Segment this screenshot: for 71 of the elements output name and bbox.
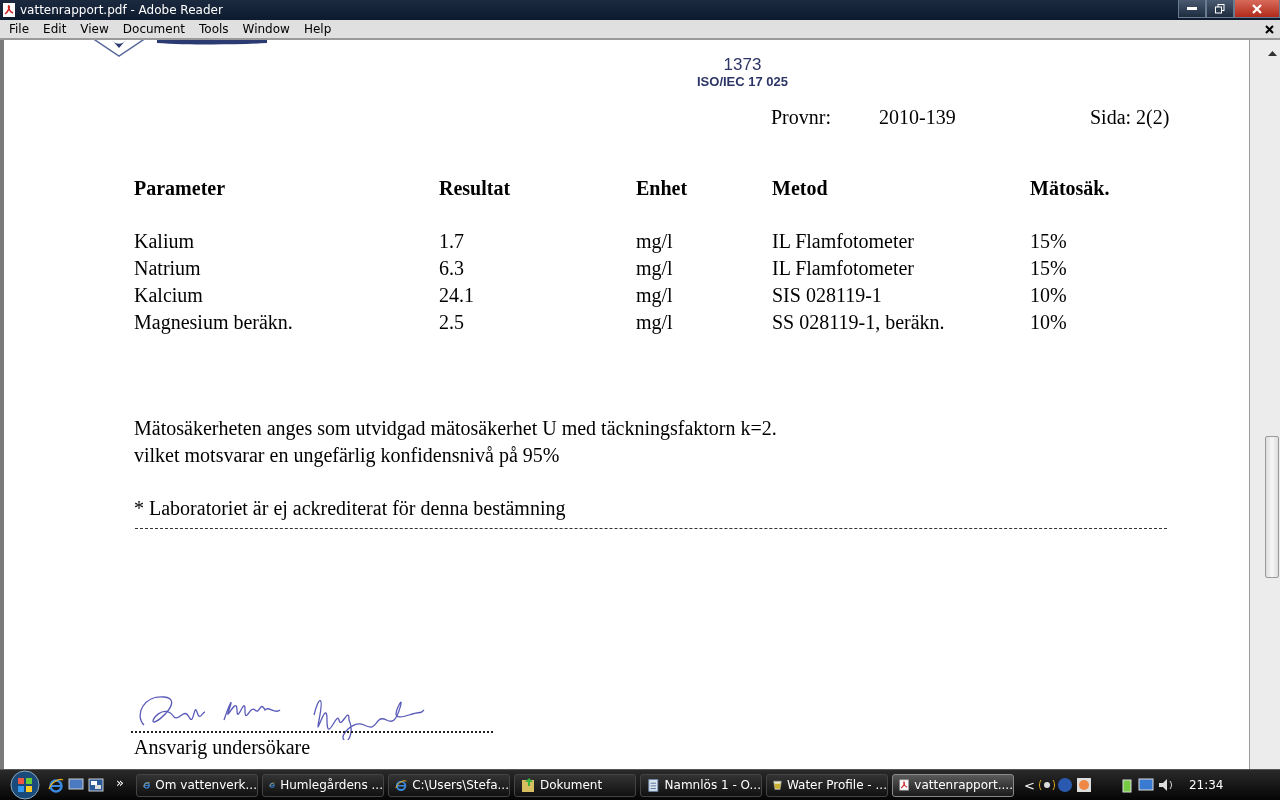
pdf-icon: [898, 777, 910, 793]
tray-expand-button[interactable]: <: [1023, 777, 1035, 793]
taskbar-button[interactable]: Om vattenverk...: [135, 773, 258, 797]
window-title: vattenrapport.pdf - Adobe Reader: [20, 3, 224, 17]
pdf-icon: [2, 2, 16, 18]
column-header: Mätosäk.: [1030, 177, 1111, 200]
menu-item[interactable]: Tools: [192, 22, 236, 36]
table-cell-text: SS 028119-1, beräkn.: [772, 310, 946, 335]
scrollbar-thumb[interactable]: [1265, 436, 1279, 578]
accreditation-standard: ISO/IEC 17 025: [697, 74, 789, 89]
menu-item[interactable]: Edit: [36, 22, 74, 36]
menu-item[interactable]: View: [73, 22, 116, 36]
column-header: Parameter: [134, 177, 227, 200]
table-cell-text: SIS 028119-1: [772, 283, 883, 308]
table-cell-text: 15%: [1030, 229, 1068, 254]
windows-switch-icon[interactable]: [88, 778, 104, 792]
table-cell-text: 6.3: [439, 256, 465, 281]
signature-role: Ansvarig undersökare: [133, 736, 312, 759]
windows-logo-icon: [10, 770, 40, 800]
glass-icon: [772, 777, 782, 793]
scroll-up-icon[interactable]: [1267, 50, 1277, 56]
taskbar-button[interactable]: Humlegårdens ...: [261, 773, 384, 797]
table-cell-text: IL Flamfotometer: [772, 229, 915, 254]
browser-e-icon: [394, 777, 408, 793]
table-cell-text: mg/l: [636, 283, 674, 309]
table-cell-text: 10%: [1030, 283, 1068, 308]
menu-item[interactable]: Window: [235, 22, 297, 36]
close-button[interactable]: [1234, 0, 1280, 18]
table-cell-text: Kalcium: [134, 283, 204, 308]
table-cell-text: 15%: [1030, 256, 1068, 281]
minimize-button[interactable]: [1178, 0, 1206, 18]
close-icon: [1252, 3, 1262, 14]
minimize-icon: [1187, 6, 1197, 11]
desktop-icon[interactable]: [68, 778, 84, 792]
accreditation-number: 1373: [723, 56, 762, 74]
table-cell-text: mg/l: [636, 256, 674, 282]
restore-button[interactable]: [1206, 0, 1234, 18]
table-cell-text: 1.7: [439, 229, 465, 254]
note-text: Mätosäkerheten anges som utvidgad mätosäkerhet U med täckningsfaktorn k=2.: [134, 416, 778, 442]
table-cell-text: Natrium: [134, 256, 202, 281]
table-cell-text: Kalium: [134, 229, 195, 254]
table-cell-text: 10%: [1030, 310, 1068, 335]
folder-icon: [520, 777, 535, 793]
table-cell-text: mg/l: [636, 229, 674, 255]
column-header: Resultat: [439, 177, 512, 200]
overflow-chevron[interactable]: »: [116, 774, 124, 790]
taskbar-button[interactable]: Dokument: [513, 773, 636, 797]
clock: 21:34: [1188, 778, 1224, 792]
sample-number: 2010-139: [879, 106, 957, 130]
table-cell-text: Magnesium beräkn.: [134, 310, 294, 336]
restore-icon: [1215, 3, 1225, 14]
table-cell-text: IL Flamfotometer: [772, 256, 915, 281]
note-text: vilket motsvarar en ungefärlig konfidensnivå på 95%: [134, 443, 561, 469]
sample-label: Provnr:: [771, 106, 832, 130]
taskbar-button[interactable]: vattenrapport....: [891, 773, 1014, 797]
table-cell-text: 24.1: [439, 283, 475, 308]
table-cell-text: 2.5: [439, 310, 465, 335]
taskbar-button[interactable]: Namnlös 1 - O...: [639, 773, 762, 797]
taskbar-button[interactable]: C:\Users\Stefa...: [387, 773, 510, 797]
page-number: Sida: 2(2): [1090, 106, 1170, 131]
column-header: Enhet: [636, 177, 689, 200]
taskbar-button[interactable]: Water Profile - ...: [765, 773, 888, 797]
table-cell-text: mg/l: [636, 310, 674, 336]
menu-item[interactable]: Document: [115, 22, 192, 36]
menu-item[interactable]: Help: [296, 22, 339, 36]
column-header: Metod: [772, 177, 829, 200]
document-icon: [646, 777, 660, 793]
menu-item[interactable]: File: [2, 22, 37, 36]
footnote-text: * Laboratoriet är ej ackrediterat för denna bestämning: [133, 497, 567, 520]
browser-e-icon: [48, 777, 64, 793]
close-document-icon[interactable]: [1265, 24, 1274, 34]
